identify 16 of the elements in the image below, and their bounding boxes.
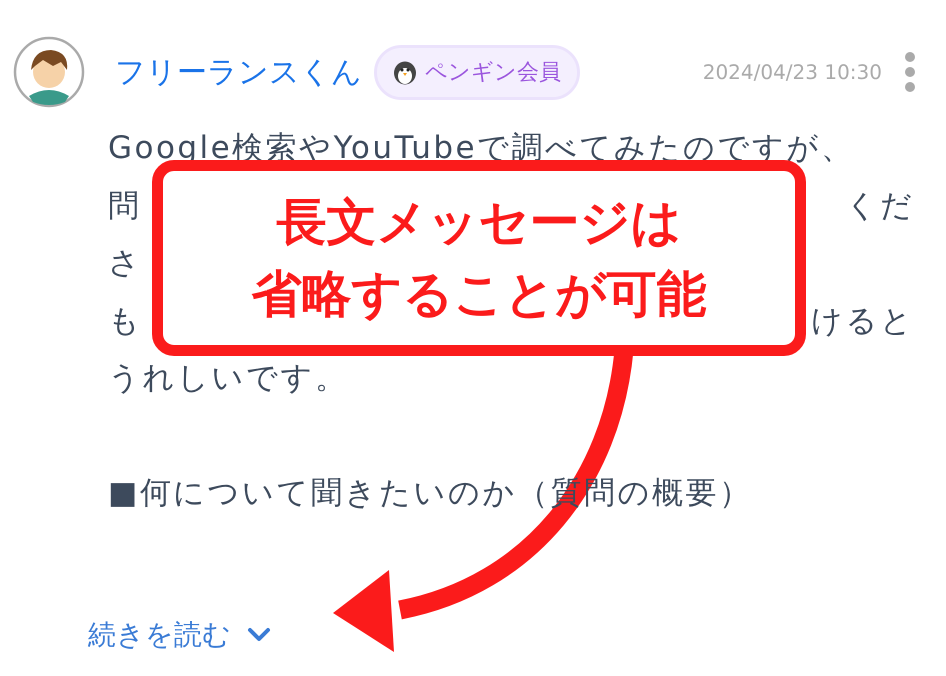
author-name[interactable]: フリーランスくん xyxy=(115,50,362,94)
message-text: くだ xyxy=(846,186,914,226)
message-text: うれしいです。 xyxy=(108,359,348,398)
chevron-down-icon xyxy=(247,627,271,643)
callout-text: 長文メッセージは xyxy=(276,192,682,253)
message-text: も xyxy=(108,302,142,340)
penguin-icon xyxy=(393,59,417,85)
member-badge: ペンギン会員 xyxy=(374,44,580,100)
read-more-link[interactable]: 続きを読む xyxy=(88,614,271,656)
message-text: さ xyxy=(108,244,142,283)
message-text: けると xyxy=(811,302,914,340)
more-options-icon[interactable] xyxy=(904,51,916,93)
message-text: 問 xyxy=(108,186,142,226)
avatar xyxy=(13,36,85,108)
callout-text: 省略することが可能 xyxy=(252,264,706,325)
timestamp: 2024/04/23 10:30 xyxy=(702,59,882,86)
